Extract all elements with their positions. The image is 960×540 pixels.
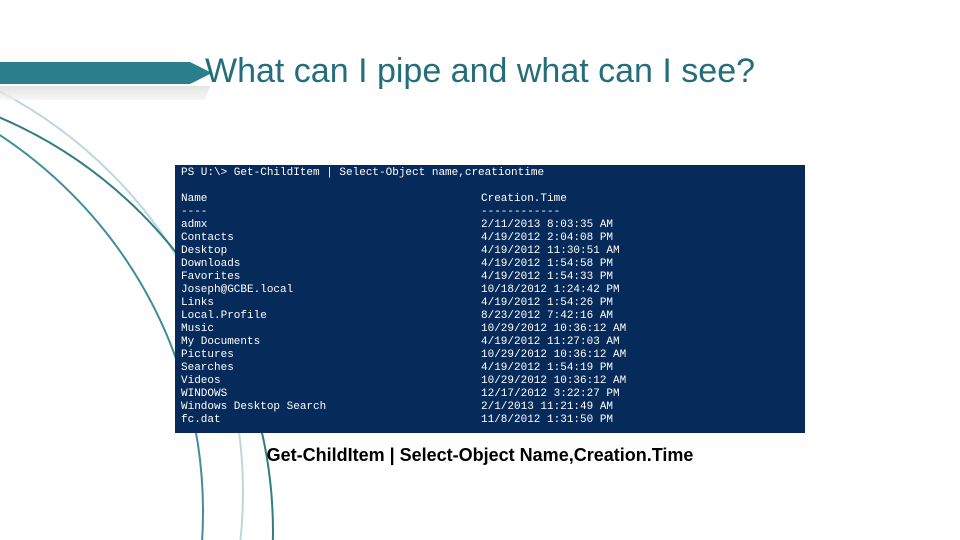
cell-name: fc.dat [181,414,481,427]
col-header-name: Name [181,193,481,206]
title-arrow-icon [0,62,190,84]
table-row: Downloads4/19/2012 1:54:58 PM [181,258,799,271]
slide-title: What can I pipe and what can I see? [205,52,755,91]
table-row: Contacts4/19/2012 2:04:08 PM [181,232,799,245]
slide-caption: Get-ChildItem | Select-Object Name,Creat… [0,445,960,466]
cell-name: My Documents [181,336,481,349]
table-row: My Documents4/19/2012 11:27:03 AM [181,336,799,349]
cell-name: Contacts [181,232,481,245]
terminal-titlebar [175,151,805,165]
cell-time: 4/19/2012 11:30:51 AM [481,245,799,258]
cell-time: 10/29/2012 10:36:12 AM [481,375,799,388]
cell-time: 12/17/2012 3:22:27 PM [481,388,799,401]
cell-name: Local.Profile [181,310,481,323]
cell-name: Videos [181,375,481,388]
cell-name: WINDOWS [181,388,481,401]
terminal-window: PS U:\> Get-ChildItem | Select-Object na… [175,151,805,433]
cell-time: 10/29/2012 10:36:12 AM [481,349,799,362]
table-row: fc.dat11/8/2012 1:31:50 PM [181,414,799,427]
table-row: Favorites4/19/2012 1:54:33 PM [181,271,799,284]
cell-time: 4/19/2012 2:04:08 PM [481,232,799,245]
cell-time: 2/11/2013 8:03:35 AM [481,219,799,232]
cell-time: 10/29/2012 10:36:12 AM [481,323,799,336]
cell-name: Joseph@GCBE.local [181,284,481,297]
cell-time: 4/19/2012 1:54:33 PM [481,271,799,284]
cell-name: Links [181,297,481,310]
cell-name: Searches [181,362,481,375]
table-row: Links4/19/2012 1:54:26 PM [181,297,799,310]
title-arrow-shadow [0,86,210,100]
table-row: Music10/29/2012 10:36:12 AM [181,323,799,336]
cell-name: Pictures [181,349,481,362]
cell-time: 11/8/2012 1:31:50 PM [481,414,799,427]
cell-name: Music [181,323,481,336]
table-row: Joseph@GCBE.local10/18/2012 1:24:42 PM [181,284,799,297]
cell-name: Desktop [181,245,481,258]
cell-time: 2/1/2013 11:21:49 AM [481,401,799,414]
cell-time: 8/23/2012 7:42:16 AM [481,310,799,323]
table-row: Windows Desktop Search2/1/2013 11:21:49 … [181,401,799,414]
table-row: Desktop4/19/2012 11:30:51 AM [181,245,799,258]
table-row: admx2/11/2013 8:03:35 AM [181,219,799,232]
cell-time: 4/19/2012 1:54:19 PM [481,362,799,375]
col-underline: ------------ [481,206,799,219]
cell-time: 4/19/2012 1:54:26 PM [481,297,799,310]
terminal-body: PS U:\> Get-ChildItem | Select-Object na… [175,165,805,433]
cell-time: 10/18/2012 1:24:42 PM [481,284,799,297]
table-row: Videos10/29/2012 10:36:12 AM [181,375,799,388]
table-row: Pictures10/29/2012 10:36:12 AM [181,349,799,362]
slide: What can I pipe and what can I see? PS U… [0,0,960,540]
col-underline: ---- [181,206,481,219]
cell-name: Downloads [181,258,481,271]
table-row: WINDOWS12/17/2012 3:22:27 PM [181,388,799,401]
table-row: Local.Profile8/23/2012 7:42:16 AM [181,310,799,323]
cell-name: Favorites [181,271,481,284]
col-header-time: Creation.Time [481,193,799,206]
cell-name: admx [181,219,481,232]
terminal-prompt: PS U:\> Get-ChildItem | Select-Object na… [181,167,544,179]
cell-time: 4/19/2012 1:54:58 PM [481,258,799,271]
cell-name: Windows Desktop Search [181,401,481,414]
cell-time: 4/19/2012 11:27:03 AM [481,336,799,349]
table-row: Searches4/19/2012 1:54:19 PM [181,362,799,375]
